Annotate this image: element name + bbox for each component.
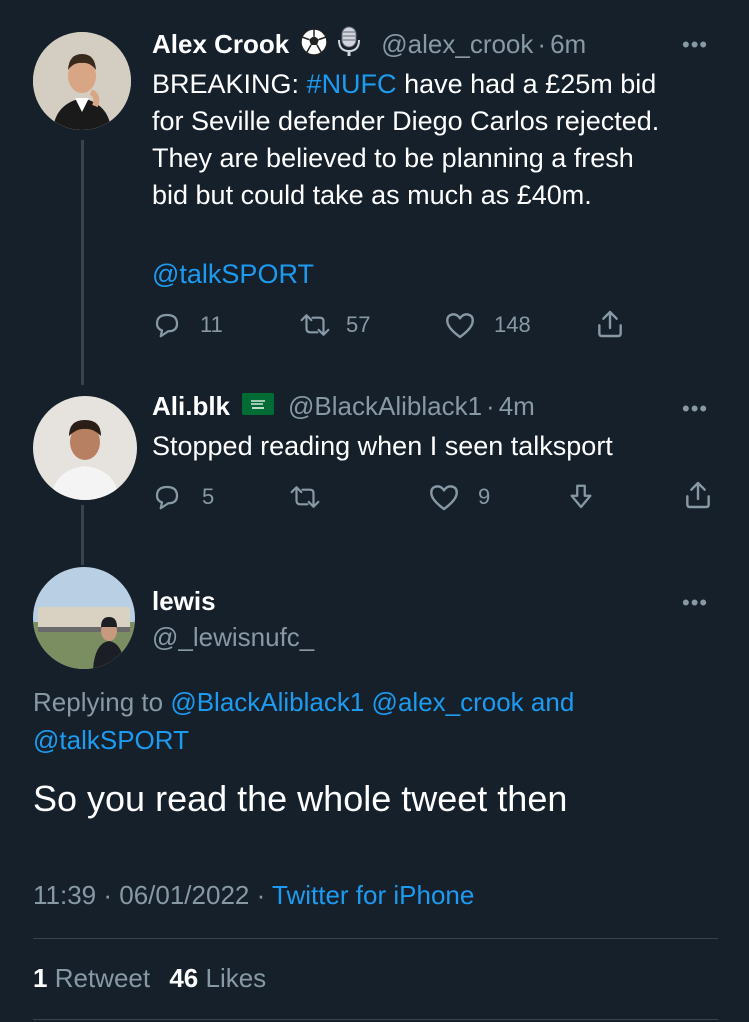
tweet-meta: 11:39 · 06/01/2022 · Twitter for iPhone bbox=[33, 880, 474, 911]
thread-line-1 bbox=[81, 140, 84, 385]
like-total: 46 bbox=[169, 963, 199, 993]
tweet-text-line-2: for Seville defender Diego Carlos reject… bbox=[152, 106, 660, 136]
mention-link-talksport[interactable]: @talkSPORT bbox=[152, 256, 314, 293]
more-options-button[interactable]: ••• bbox=[682, 590, 708, 616]
reply-button[interactable]: 11 bbox=[152, 310, 223, 340]
share-button[interactable] bbox=[594, 308, 626, 340]
tweet-text: Stopped reading when I seen talksport bbox=[152, 431, 613, 461]
tweet-text-line-4: bid but could take as much as £40m. bbox=[152, 180, 592, 210]
divider bbox=[33, 938, 718, 939]
replying-to-mention-talksport[interactable]: @talkSPORT bbox=[33, 721, 733, 759]
retweet-icon bbox=[298, 310, 332, 340]
dot-separator: · bbox=[537, 29, 547, 59]
reply-button[interactable]: 5 bbox=[152, 482, 214, 512]
author-name[interactable]: Alex Crook bbox=[152, 29, 289, 60]
avatar-ali-blk[interactable] bbox=[33, 396, 137, 500]
retweet-button[interactable] bbox=[288, 482, 322, 512]
downvote-button[interactable] bbox=[566, 481, 596, 513]
tweet-text-line-1a: BREAKING: bbox=[152, 69, 307, 99]
retweet-label: Retweet bbox=[54, 963, 151, 993]
like-button[interactable]: 9 bbox=[428, 482, 490, 512]
retweet-total: 1 bbox=[33, 963, 48, 993]
replying-to-prefix: Replying to bbox=[33, 687, 164, 717]
author-handle[interactable]: @_lewisnufc_ bbox=[152, 622, 314, 653]
tweet-time[interactable]: 4m bbox=[499, 391, 535, 422]
retweets-stat[interactable]: 1 Retweet bbox=[33, 963, 150, 993]
reply-count: 5 bbox=[202, 484, 215, 509]
heart-icon bbox=[444, 310, 476, 340]
more-options-button[interactable]: ••• bbox=[682, 396, 708, 422]
author-name[interactable]: lewis bbox=[152, 586, 216, 617]
author-handle[interactable]: @alex_crook bbox=[381, 29, 533, 60]
dot-separator: · bbox=[486, 391, 495, 421]
author-name[interactable]: Ali.blk bbox=[152, 391, 230, 422]
share-icon bbox=[682, 479, 714, 511]
downvote-arrow-icon bbox=[566, 481, 596, 513]
like-label: Likes bbox=[205, 963, 267, 993]
soccer-ball-icon bbox=[299, 27, 329, 62]
reply-count: 11 bbox=[200, 312, 223, 337]
tweet-text-line-3: They are believed to be planning a fresh bbox=[152, 143, 634, 173]
share-icon bbox=[594, 308, 626, 340]
microphone-icon bbox=[337, 26, 361, 63]
reply-icon bbox=[152, 310, 182, 340]
like-count: 148 bbox=[494, 312, 531, 337]
heart-icon bbox=[428, 482, 460, 512]
tweet-text-line-1b: have had a £25m bid bbox=[396, 69, 657, 99]
avatar-lewis[interactable] bbox=[33, 567, 135, 669]
like-button[interactable]: 148 bbox=[444, 310, 531, 340]
reply-icon bbox=[152, 482, 182, 512]
retweet-button[interactable]: 57 bbox=[298, 310, 370, 340]
likes-stat[interactable]: 46 Likes bbox=[169, 963, 266, 993]
more-options-button[interactable]: ••• bbox=[682, 32, 708, 58]
tweet-source-link[interactable]: Twitter for iPhone bbox=[272, 880, 474, 910]
retweet-count: 57 bbox=[346, 312, 371, 337]
share-button[interactable] bbox=[682, 479, 714, 511]
like-count: 9 bbox=[478, 484, 491, 509]
author-handle[interactable]: @BlackAliblack1 bbox=[288, 391, 482, 422]
hashtag-link[interactable]: #NUFC bbox=[307, 69, 397, 99]
avatar-alex-crook[interactable] bbox=[33, 32, 131, 130]
saudi-flag-icon bbox=[242, 393, 275, 420]
replying-to-line: Replying to @BlackAliblack1 @alex_crook … bbox=[33, 683, 733, 759]
tweet-timestamp[interactable]: 11:39 · 06/01/2022 · bbox=[33, 880, 272, 910]
thread-line-2 bbox=[81, 505, 84, 565]
engagement-stats: 1 Retweet 46 Likes bbox=[33, 963, 266, 994]
tweet-time[interactable]: 6m bbox=[550, 29, 586, 60]
tweet-text: BREAKING: #NUFC have had a £25m bid for … bbox=[152, 66, 742, 214]
replying-to-mentions[interactable]: @BlackAliblack1 @alex_crook and bbox=[170, 687, 574, 717]
focused-tweet-text: So you read the whole tweet then bbox=[33, 778, 568, 819]
divider-bottom bbox=[33, 1019, 718, 1020]
retweet-icon bbox=[288, 482, 322, 512]
